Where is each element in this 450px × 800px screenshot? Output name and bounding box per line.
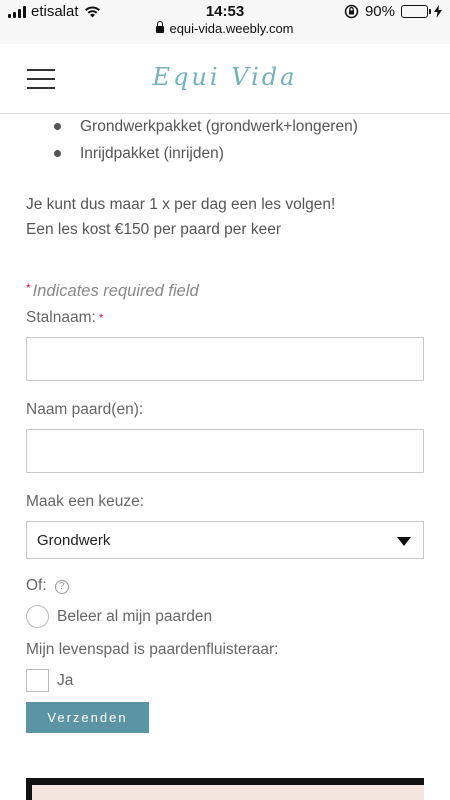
keuze-label: Maak een keuze:	[26, 493, 145, 510]
battery-percent: 90%	[364, 3, 395, 20]
url-bar[interactable]: equi-vida.weebly.com	[0, 21, 450, 36]
site-header: Equi Vida	[0, 44, 450, 114]
checkbox-option-label[interactable]: Ja	[57, 672, 73, 689]
keuze-selected-value: Grondwerk	[37, 532, 111, 549]
info-line: Een les kost €150 per paard per keer	[26, 221, 282, 238]
help-icon[interactable]: ?	[54, 580, 69, 594]
status-right: 90%	[344, 3, 442, 20]
submit-button[interactable]: Verzenden	[26, 702, 149, 733]
bullet-dot	[54, 150, 61, 157]
naam-paard-input[interactable]	[26, 429, 424, 473]
radio-option-label[interactable]: Beleer al mijn paarden	[57, 608, 212, 625]
radio-option[interactable]: Beleer al mijn paarden	[26, 605, 424, 628]
status-bar: etisalat 14:53 90% equi-vida.weebly.com	[0, 0, 450, 44]
list-item-text: Grondwerkpakket (grondwerk+longeren)	[80, 118, 358, 135]
stalnaam-label: Stalnaam: *	[26, 309, 424, 327]
list-item: Grondwerkpakket (grondwerk+longeren)	[26, 116, 424, 143]
checkbox[interactable]	[26, 669, 49, 692]
stalnaam-input[interactable]	[26, 337, 424, 381]
charging-icon	[434, 5, 442, 18]
info-text: Je kunt dus maar 1 x per dag een les vol…	[26, 192, 424, 242]
site-logo[interactable]: Equi Vida	[0, 63, 450, 91]
of-label: Of:?	[26, 577, 424, 595]
content-image	[26, 778, 424, 800]
radio-button[interactable]	[26, 605, 49, 628]
required-star: *	[98, 311, 104, 325]
package-list: Grondwerkpakket (grondwerk+longeren) Inr…	[26, 116, 424, 170]
required-star: *	[26, 281, 31, 295]
keuze-select[interactable]: Grondwerk	[26, 521, 424, 559]
bullet-dot	[54, 123, 61, 130]
url-text: equi-vida.weebly.com	[169, 21, 294, 36]
orientation-lock-icon	[344, 4, 359, 19]
checkbox-option[interactable]: Ja	[26, 669, 424, 692]
of-label-text: Of:	[26, 577, 47, 594]
lock-icon	[156, 21, 165, 33]
list-item-text: Inrijdpakket (inrijden)	[80, 145, 224, 162]
main-content: Grondwerkpakket (grondwerk+longeren) Inr…	[26, 114, 424, 733]
required-note-text: Indicates required field	[32, 282, 199, 300]
stalnaam-label-text: Stalnaam:	[26, 309, 96, 326]
list-item: Inrijdpakket (inrijden)	[26, 143, 424, 170]
battery-icon	[401, 5, 431, 18]
required-note: * Indicates required field	[26, 281, 424, 301]
info-line: Je kunt dus maar 1 x per dag een les vol…	[26, 196, 336, 213]
naam-paard-label: Naam paard(en):	[26, 401, 144, 418]
levenspad-label: Mijn levenspad is paardenfluisteraar:	[26, 641, 279, 658]
dropdown-arrow-icon	[397, 537, 411, 546]
